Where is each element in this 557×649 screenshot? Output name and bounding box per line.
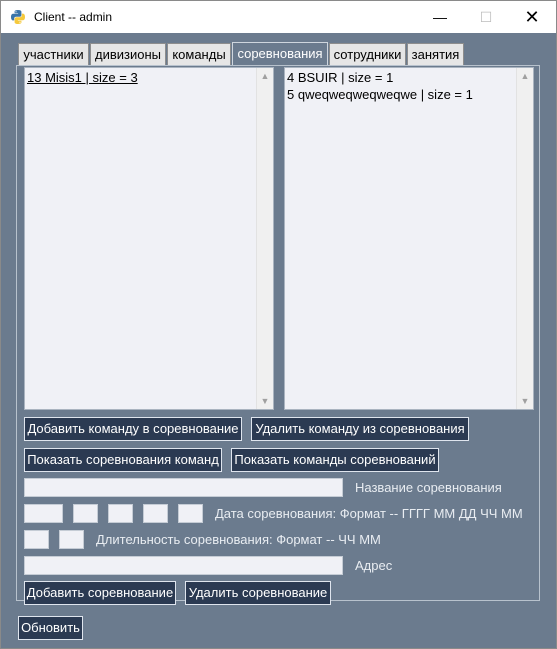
list-item[interactable]: 13 Misis1 | size = 3: [27, 70, 138, 85]
date-year-input[interactable]: [24, 504, 63, 523]
add-competition-button[interactable]: Добавить соревнование: [24, 581, 176, 605]
scroll-up-icon[interactable]: ▲: [517, 68, 533, 84]
duration-hours-input[interactable]: [24, 530, 49, 549]
delete-competition-button[interactable]: Удалить соревнование: [185, 581, 331, 605]
scrollbar[interactable]: ▲ ▼: [256, 68, 273, 409]
address-input[interactable]: [24, 556, 343, 575]
address-label: Адрес: [355, 558, 393, 573]
scroll-down-icon[interactable]: ▼: [257, 393, 273, 409]
scroll-down-icon[interactable]: ▼: [517, 393, 533, 409]
remove-team-from-competition-button[interactable]: Удалить команду из соревнования: [251, 417, 469, 441]
tab-classes[interactable]: занятия: [407, 43, 464, 65]
competition-date-label: Дата соревнования: Формат -- ГГГГ ММ ДД …: [215, 506, 523, 521]
date-day-input[interactable]: [108, 504, 133, 523]
tab-employees[interactable]: сотрудники: [329, 43, 406, 65]
list-item[interactable]: 4 BSUIR | size = 1: [287, 70, 393, 85]
scrollbar[interactable]: ▲ ▼: [516, 68, 533, 409]
tab-divisions[interactable]: дивизионы: [90, 43, 166, 65]
scroll-up-icon[interactable]: ▲: [257, 68, 273, 84]
show-team-competitions-button[interactable]: Показать соревнования команд: [24, 448, 222, 472]
window-title: Client -- admin: [34, 10, 113, 24]
teams-list[interactable]: 4 BSUIR | size = 1 5 qweqweqweqweqwe | s…: [284, 67, 534, 410]
add-team-to-competition-button[interactable]: Добавить команду в соревнование: [24, 417, 242, 441]
competition-duration-label: Длительность соревнования: Формат -- ЧЧ …: [96, 532, 381, 547]
minimize-button[interactable]: —: [417, 1, 463, 33]
refresh-button[interactable]: Обновить: [18, 616, 83, 640]
title-bar: Client -- admin — ☐ ✕: [1, 1, 556, 33]
date-hour-input[interactable]: [143, 504, 168, 523]
date-month-input[interactable]: [73, 504, 98, 523]
duration-minutes-input[interactable]: [59, 530, 84, 549]
window-content: участники дивизионы команды соревнования…: [1, 33, 556, 648]
app-window: Client -- admin — ☐ ✕ участники дивизион…: [0, 0, 557, 649]
competition-name-label: Название соревнования: [355, 480, 502, 495]
competition-teams-list[interactable]: 13 Misis1 | size = 3 ▲ ▼: [24, 67, 274, 410]
close-button[interactable]: ✕: [509, 1, 555, 33]
maximize-button[interactable]: ☐: [463, 1, 509, 33]
date-minute-input[interactable]: [178, 504, 203, 523]
tab-teams[interactable]: команды: [167, 43, 231, 65]
show-competition-teams-button[interactable]: Показать команды соревнований: [231, 448, 439, 472]
tab-participants[interactable]: участники: [18, 43, 89, 65]
python-icon: [11, 10, 25, 24]
tab-competitions[interactable]: соревнования: [232, 42, 328, 66]
list-item[interactable]: 5 qweqweqweqweqwe | size = 1: [287, 87, 473, 102]
competition-name-input[interactable]: [24, 478, 343, 497]
